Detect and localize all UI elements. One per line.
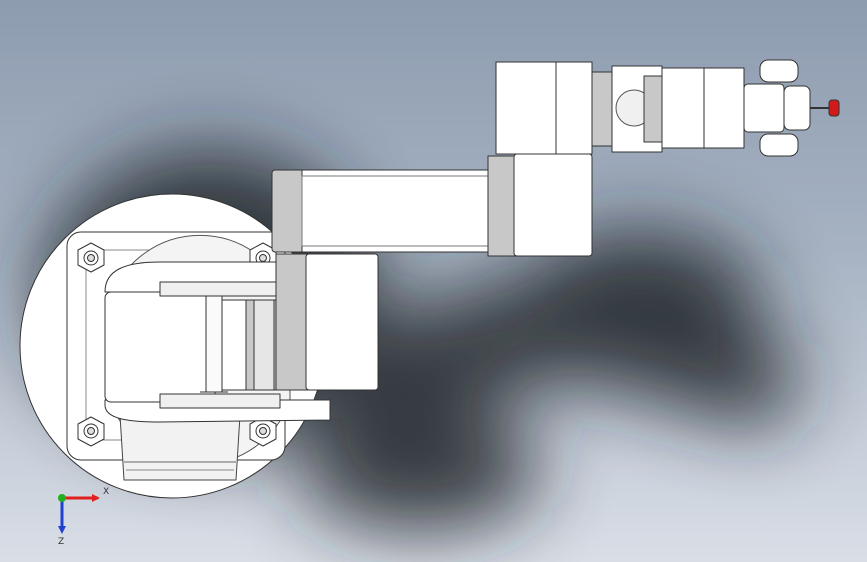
base-bolt-top-left — [77, 242, 105, 273]
y-axis-dot — [58, 494, 66, 502]
x-axis-label: X — [103, 487, 109, 497]
graphics-viewport[interactable]: X Z — [0, 0, 867, 562]
elbow-joint[interactable] — [495, 61, 667, 155]
coordinate-triad: X Z — [58, 487, 109, 547]
upper-arm-link[interactable] — [271, 153, 593, 257]
robot-arm-model[interactable] — [0, 0, 867, 562]
tool-tip — [828, 99, 840, 117]
base-bolt-bottom-left — [77, 416, 105, 447]
z-axis-label: Z — [58, 537, 64, 547]
